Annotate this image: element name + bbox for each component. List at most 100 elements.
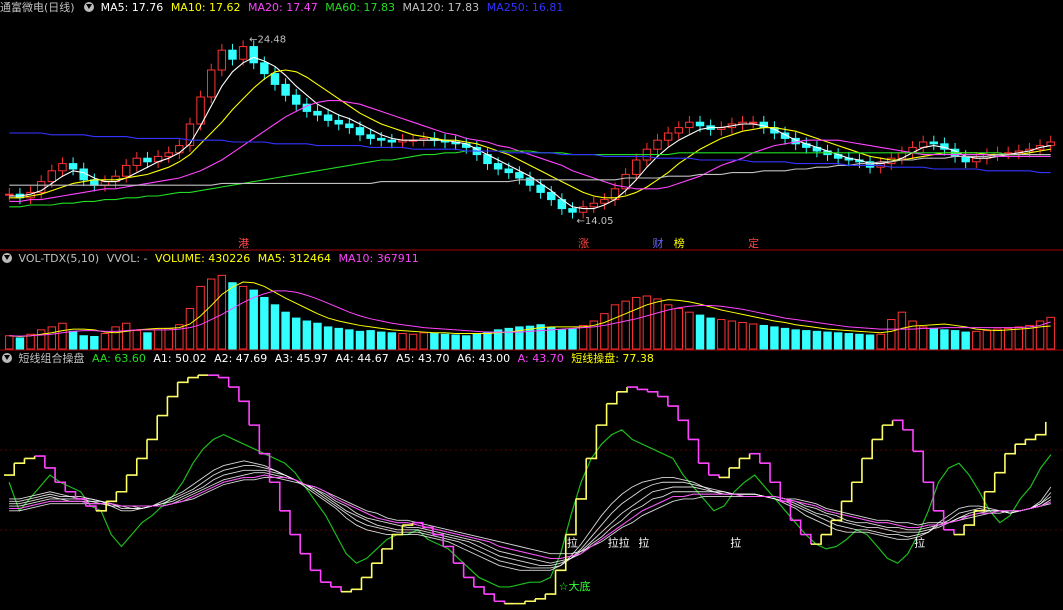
candle-body bbox=[143, 157, 152, 163]
short-term-step-line bbox=[667, 405, 679, 421]
candle-body bbox=[504, 168, 513, 174]
candle-body bbox=[164, 152, 173, 157]
short-term-step-line bbox=[718, 467, 730, 479]
short-term-step-line bbox=[708, 474, 720, 478]
event-marker: 港 bbox=[238, 237, 249, 250]
short-term-step-line bbox=[678, 419, 690, 440]
short-term-step-line bbox=[535, 594, 547, 600]
volume-bar bbox=[440, 333, 450, 350]
a-legend: A: 43.70 bbox=[517, 352, 564, 365]
volume-bar bbox=[79, 335, 88, 350]
volume-bar bbox=[908, 320, 917, 350]
signal-label: 拉 bbox=[914, 536, 925, 550]
candle-body bbox=[600, 199, 609, 204]
candle-body bbox=[47, 170, 57, 183]
volume-bar bbox=[695, 314, 705, 350]
volume-bar bbox=[132, 330, 142, 350]
volume-bar bbox=[717, 319, 726, 350]
candle-body bbox=[493, 163, 503, 170]
volume-bar bbox=[929, 327, 939, 350]
volume-bar bbox=[780, 327, 790, 350]
volume-bar bbox=[26, 333, 35, 350]
short-term-step-line bbox=[994, 453, 1006, 474]
a5-legend: A5: 43.70 bbox=[396, 352, 450, 365]
signal-label: 拉 bbox=[730, 536, 741, 550]
ma20-legend: MA20: 17.47 bbox=[248, 1, 318, 14]
short-term-step-line bbox=[310, 569, 322, 583]
volume-bar bbox=[281, 311, 290, 350]
volume-bar bbox=[270, 304, 280, 350]
short-term-step-line bbox=[882, 420, 894, 426]
candle-body bbox=[568, 208, 577, 213]
indicator-line-a6 bbox=[9, 477, 1051, 555]
short-term-step-line bbox=[484, 593, 496, 602]
short-term-step-line bbox=[14, 458, 26, 465]
short-term-step-line bbox=[167, 382, 179, 398]
short-term-step-line bbox=[729, 458, 741, 469]
volume-bar bbox=[185, 308, 195, 350]
volume-bar bbox=[398, 333, 407, 350]
chevron-down-icon[interactable] bbox=[84, 2, 95, 12]
ma250-legend: MA250: 16.81 bbox=[486, 1, 564, 14]
short-term-step-line bbox=[157, 396, 169, 417]
candle-body bbox=[1046, 141, 1055, 147]
short-term-step-line bbox=[913, 450, 925, 483]
volume-bar bbox=[238, 285, 248, 350]
short-term-step-line bbox=[514, 601, 526, 605]
volume-bar bbox=[334, 327, 343, 350]
short-term-step-line bbox=[228, 386, 240, 402]
volume-bar bbox=[685, 311, 694, 350]
short-term-step-line bbox=[126, 458, 138, 476]
signal-label: 拉 bbox=[567, 536, 578, 550]
price-panel-header: 通富微电(日线) MA5: 17.76 MA10: 17.62 MA20: 17… bbox=[0, 0, 567, 16]
short-term-step-line bbox=[1004, 444, 1016, 455]
short-term-step-line bbox=[381, 534, 393, 550]
short-term-step-line bbox=[739, 453, 751, 460]
short-term-step-line bbox=[800, 533, 812, 545]
aa-legend: AA: 63.60 bbox=[92, 352, 146, 365]
candle-body bbox=[217, 49, 227, 71]
short-term-step-line bbox=[463, 576, 475, 587]
volume-bar bbox=[578, 324, 588, 350]
candle-body bbox=[68, 163, 78, 170]
volume-panel-header: VOL-TDX(5,10) VVOL: - VOLUME: 430226 MA5… bbox=[0, 251, 423, 267]
short-term-step-line bbox=[85, 505, 97, 511]
short-term-step-line bbox=[300, 552, 312, 571]
volume-bar bbox=[483, 331, 492, 350]
short-term-step-line bbox=[1015, 439, 1027, 445]
volume-bar bbox=[993, 328, 1002, 350]
volume-bar bbox=[472, 333, 482, 350]
volume-bar bbox=[823, 331, 832, 350]
candle-body bbox=[515, 172, 524, 179]
candle-body bbox=[281, 83, 290, 96]
vol-ma5-legend: MA5: 312464 bbox=[257, 252, 331, 265]
volume-bar bbox=[323, 326, 333, 350]
volume-bar bbox=[58, 322, 67, 350]
chevron-down-icon[interactable] bbox=[2, 253, 12, 263]
candle-body bbox=[5, 193, 14, 196]
volume-bar bbox=[121, 322, 131, 350]
price-panel-title: 通富微电(日线) bbox=[0, 1, 75, 14]
low-price-label: ←14.05 bbox=[577, 216, 614, 227]
indicator-line-a5 bbox=[9, 474, 1052, 559]
volume-bar bbox=[600, 313, 609, 350]
short-term-step-line bbox=[1025, 434, 1037, 441]
candle-body bbox=[929, 141, 939, 145]
volume-bar bbox=[950, 330, 960, 350]
candle-body bbox=[345, 123, 354, 129]
volume-bar bbox=[408, 333, 418, 350]
ma120-legend: MA120: 17.83 bbox=[402, 1, 480, 14]
short-term-step-line bbox=[627, 386, 639, 390]
a4-legend: A4: 44.67 bbox=[335, 352, 389, 365]
volume-bar bbox=[377, 331, 386, 350]
short-term-step-line bbox=[698, 462, 710, 476]
chevron-down-icon[interactable] bbox=[2, 353, 12, 363]
short-term-step-line bbox=[892, 419, 904, 430]
short-term-step-line bbox=[136, 439, 148, 460]
candle-body bbox=[132, 157, 142, 166]
short-term-step-line bbox=[289, 533, 301, 554]
candle-body bbox=[313, 110, 322, 116]
ma5-legend: MA5: 17.76 bbox=[100, 1, 164, 14]
bottom-annotation: ☆大底 bbox=[559, 579, 591, 593]
volume-bar bbox=[100, 333, 110, 350]
